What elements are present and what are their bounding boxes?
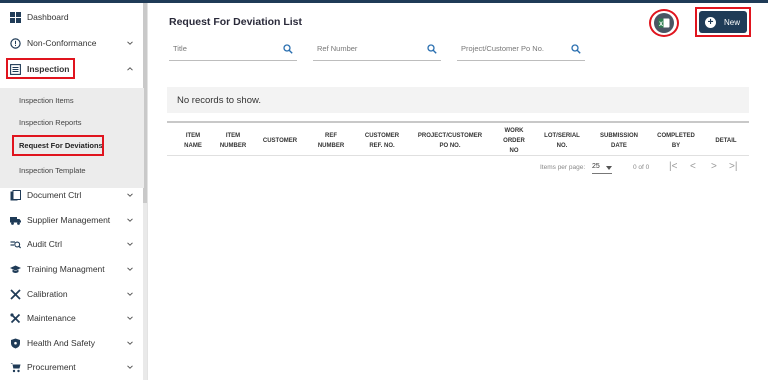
page-size-select[interactable]: 25	[592, 163, 612, 174]
sidebar-subitem-inspection-reports[interactable]: Inspection Reports	[19, 118, 82, 127]
column-header-ref-number[interactable]: REF NUMBER	[306, 131, 356, 151]
column-header-submission-date[interactable]: SUBMISSION DATE	[589, 131, 649, 151]
sidebar-item-calibration[interactable]: Calibration	[0, 282, 144, 306]
sidebar-item-training-managment[interactable]: Training Managment	[0, 257, 144, 281]
chevron-down-icon	[127, 341, 133, 345]
column-header-project-customer-po-no[interactable]: PROJECT/CUSTOMER PO NO.	[410, 131, 490, 151]
title-filter-input[interactable]: Title	[169, 41, 297, 61]
sidebar-item-label: Health And Safety	[27, 338, 96, 348]
sidebar-item-label: Non-Conformance	[27, 38, 97, 48]
sidebar-item-label: Supplier Management	[27, 215, 111, 225]
chevron-down-icon	[127, 218, 133, 222]
truck-icon	[10, 215, 21, 226]
document-icon	[10, 189, 21, 201]
dashboard-icon	[10, 11, 21, 23]
chevron-down-icon	[127, 365, 133, 369]
sidebar-item-label: Dashboard	[27, 12, 69, 22]
next-page-icon[interactable]: >	[711, 161, 717, 172]
graduation-cap-icon	[10, 264, 21, 275]
po-number-filter-placeholder: Project/Customer Po No.	[461, 44, 544, 53]
sidebar-item-label: Maintenance	[27, 313, 76, 323]
ref-number-filter-placeholder: Ref Number	[317, 44, 358, 53]
shield-icon	[10, 338, 21, 349]
page-size-value: 25	[592, 163, 600, 170]
chevron-down-icon	[127, 316, 133, 320]
page-range-label: 0 of 0	[633, 164, 650, 171]
column-header-completed-by[interactable]: COMPLETED BY	[651, 131, 701, 151]
title-filter-placeholder: Title	[173, 44, 187, 53]
search-icon[interactable]	[283, 44, 293, 54]
page-title: Request For Deviation List	[169, 16, 303, 28]
ref-number-filter-input[interactable]: Ref Number	[313, 41, 441, 61]
table-header-rule	[167, 121, 749, 123]
column-header-lot-serial-no[interactable]: LOT/SERIAL NO.	[537, 131, 587, 151]
chevron-down-icon	[127, 267, 133, 271]
column-header-item-number[interactable]: ITEM NUMBER	[213, 131, 253, 151]
column-header-item-name[interactable]: ITEM NAME	[173, 131, 213, 151]
sidebar-item-label: Document Ctrl	[27, 190, 82, 200]
items-per-page-label: Items per page:	[540, 164, 586, 171]
previous-page-icon[interactable]: <	[690, 161, 696, 172]
column-header-customer[interactable]: CUSTOMER	[255, 136, 305, 146]
export-highlight-circle	[649, 9, 679, 37]
cart-icon	[10, 362, 21, 373]
sidebar-item-label: Calibration	[27, 289, 68, 299]
search-icon[interactable]	[571, 44, 581, 54]
request-for-deviations-highlight-box	[12, 135, 104, 156]
chevron-up-icon	[127, 67, 133, 71]
inspection-highlight-box	[6, 58, 75, 79]
tools-icon	[10, 288, 21, 300]
sidebar-item-document-ctrl[interactable]: Document Ctrl	[0, 183, 144, 207]
sidebar: Dashboard Non-Conformance Inspection Ins…	[0, 3, 148, 380]
dropdown-arrow-icon	[606, 166, 612, 170]
chevron-down-icon	[127, 193, 133, 197]
sidebar-item-maintenance[interactable]: Maintenance	[0, 306, 144, 330]
audit-icon	[10, 239, 21, 250]
search-icon[interactable]	[427, 44, 437, 54]
sidebar-item-dashboard[interactable]: Dashboard	[0, 5, 144, 29]
sidebar-subitem-inspection-template[interactable]: Inspection Template	[19, 166, 86, 175]
sidebar-item-label: Audit Ctrl	[27, 239, 62, 249]
new-button-highlight-box	[695, 7, 751, 37]
first-page-icon[interactable]: |<	[669, 161, 677, 172]
column-header-detail[interactable]: DETAIL	[705, 136, 747, 146]
sidebar-item-supplier-management[interactable]: Supplier Management	[0, 208, 144, 232]
chevron-down-icon	[127, 292, 133, 296]
table-header-divider	[167, 155, 749, 156]
sidebar-item-health-and-safety[interactable]: Health And Safety	[0, 331, 144, 355]
alert-circle-icon	[10, 37, 21, 49]
po-number-filter-input[interactable]: Project/Customer Po No.	[457, 41, 585, 61]
chevron-down-icon	[127, 41, 133, 45]
sidebar-item-audit-ctrl[interactable]: Audit Ctrl	[0, 232, 144, 256]
column-header-customer-ref-no[interactable]: CUSTOMER REF. NO.	[357, 131, 407, 151]
sidebar-subitem-inspection-items[interactable]: Inspection Items	[19, 96, 74, 105]
empty-state-message: No records to show.	[167, 87, 749, 113]
chevron-down-icon	[127, 242, 133, 246]
sidebar-item-label: Procurement	[27, 362, 76, 372]
sidebar-item-procurement[interactable]: Procurement	[0, 355, 144, 379]
column-header-work-order-no[interactable]: WORK ORDER NO	[494, 126, 534, 156]
main-content: Request For Deviation List X + New Title…	[149, 3, 768, 380]
wrench-icon	[10, 312, 21, 324]
last-page-icon[interactable]: >|	[729, 161, 737, 172]
sidebar-item-non-conformance[interactable]: Non-Conformance	[0, 31, 144, 55]
sidebar-item-label: Training Managment	[27, 264, 105, 274]
